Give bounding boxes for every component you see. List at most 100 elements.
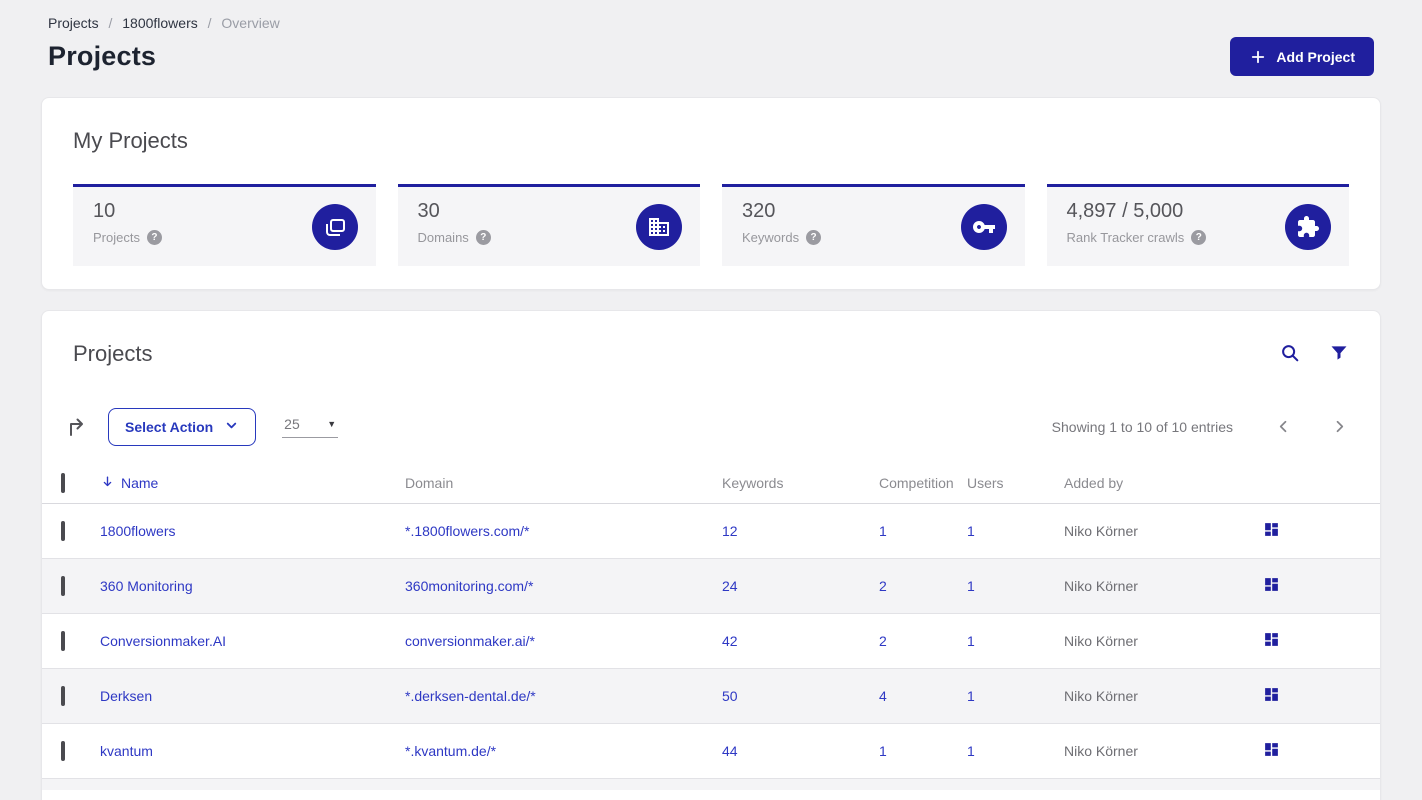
chevron-down-icon (224, 418, 239, 436)
table-header-row: Name Domain Keywords Competition Users A… (42, 463, 1380, 504)
users-count-link[interactable]: 1 (967, 743, 975, 759)
dashboard-grid-icon[interactable] (1263, 576, 1280, 594)
stats-row: 10 Projects ? 30 Domains ? 320 Keywords … (73, 184, 1349, 266)
select-action-label: Select Action (125, 419, 214, 435)
page: Projects / 1800flowers / Overview Projec… (0, 0, 1422, 800)
page-size-value: 25 (284, 416, 300, 432)
table-row: Derksen *.derksen-dental.de/* 50 4 1 Nik… (42, 669, 1380, 724)
competition-count-link[interactable]: 2 (879, 578, 887, 594)
dashboard-grid-icon[interactable] (1263, 741, 1280, 759)
table-row-partial (42, 779, 1380, 790)
row-checkbox[interactable] (61, 686, 65, 706)
projects-table-card: Projects Select Action 25 ▼ Showing 1 to… (41, 310, 1381, 800)
page-title: Projects (48, 41, 157, 71)
projects-table: Name Domain Keywords Competition Users A… (42, 463, 1380, 790)
building-icon (636, 203, 682, 250)
key-icon (960, 203, 1007, 250)
keywords-count-label: Keywords (742, 230, 800, 245)
added-by-name: Niko Körner (1064, 578, 1138, 594)
help-icon[interactable]: ? (1191, 230, 1207, 245)
breadcrumb-1800flowers[interactable]: 1800flowers (122, 15, 198, 31)
breadcrumb-separator: / (207, 15, 212, 31)
breadcrumb-projects[interactable]: Projects (48, 15, 99, 31)
project-name-link[interactable]: 1800flowers (100, 523, 176, 539)
row-checkbox[interactable] (61, 741, 65, 761)
help-icon[interactable]: ? (146, 230, 162, 245)
table-row: Conversionmaker.AI conversionmaker.ai/* … (42, 614, 1380, 669)
users-count-link[interactable]: 1 (967, 688, 975, 704)
row-checkbox[interactable] (61, 631, 65, 651)
column-header-users[interactable]: Users (967, 475, 1064, 491)
project-name-link[interactable]: Conversionmaker.AI (100, 633, 226, 649)
users-count-link[interactable]: 1 (967, 523, 975, 539)
add-project-label: Add Project (1276, 48, 1355, 65)
help-icon[interactable]: ? (475, 230, 491, 245)
project-domain-link[interactable]: 360monitoring.com/* (405, 578, 533, 594)
keywords-count-link[interactable]: 44 (722, 743, 738, 759)
table-row: 1800flowers *.1800flowers.com/* 12 1 1 N… (42, 504, 1380, 559)
pagination-prev-button[interactable] (1274, 417, 1293, 437)
sort-down-icon (100, 474, 115, 492)
stat-card-domains: 30 Domains ? (397, 184, 700, 266)
table-action-bar: Select Action 25 ▼ Showing 1 to 10 of 10… (42, 408, 1380, 446)
keywords-count-link[interactable]: 12 (722, 523, 738, 539)
added-by-name: Niko Körner (1064, 523, 1138, 539)
projects-count-label: Projects (93, 230, 140, 245)
project-name-link[interactable]: Derksen (100, 688, 152, 704)
showing-entries-text: Showing 1 to 10 of 10 entries (1051, 419, 1233, 435)
page-size-select[interactable]: 25 ▼ (282, 416, 339, 438)
breadcrumb-overview: Overview (221, 15, 280, 31)
my-projects-card: My Projects 10 Projects ? 30 Domains ? 3… (41, 97, 1381, 290)
puzzle-icon (1285, 203, 1331, 250)
select-all-checkbox[interactable] (61, 473, 65, 493)
dashboard-grid-icon[interactable] (1263, 521, 1280, 539)
column-header-name[interactable]: Name (100, 474, 405, 492)
my-projects-title: My Projects (73, 128, 188, 153)
stat-card-projects: 10 Projects ? (73, 184, 376, 266)
column-header-added-by[interactable]: Added by (1064, 475, 1263, 491)
filter-icon[interactable] (1329, 342, 1349, 366)
column-header-keywords[interactable]: Keywords (722, 475, 879, 491)
stat-card-keywords: 320 Keywords ? (722, 184, 1025, 266)
add-project-button[interactable]: Add Project (1230, 37, 1374, 76)
project-domain-link[interactable]: *.kvantum.de/* (405, 743, 496, 759)
row-checkbox[interactable] (61, 576, 65, 596)
project-domain-link[interactable]: *.1800flowers.com/* (405, 523, 530, 539)
competition-count-link[interactable]: 1 (879, 743, 887, 759)
dashboard-grid-icon[interactable] (1263, 686, 1280, 704)
help-icon[interactable]: ? (806, 230, 822, 245)
search-icon[interactable] (1279, 342, 1301, 366)
pagination-next-button[interactable] (1330, 417, 1349, 437)
users-count-link[interactable]: 1 (967, 633, 975, 649)
added-by-name: Niko Körner (1064, 633, 1138, 649)
keywords-count-link[interactable]: 24 (722, 578, 738, 594)
breadcrumb-separator: / (108, 15, 113, 31)
table-row: kvantum *.kvantum.de/* 44 1 1 Niko Körne… (42, 724, 1380, 779)
column-header-domain[interactable]: Domain (405, 475, 722, 491)
users-count-link[interactable]: 1 (967, 578, 975, 594)
rank-tracker-label: Rank Tracker crawls (1066, 230, 1185, 245)
table-row: 360 Monitoring 360monitoring.com/* 24 2 … (42, 559, 1380, 614)
dropdown-caret-icon: ▼ (327, 419, 337, 429)
competition-count-link[interactable]: 2 (879, 633, 887, 649)
domains-count-label: Domains (417, 230, 469, 245)
stacked-pages-icon (311, 203, 358, 250)
project-name-link[interactable]: kvantum (100, 743, 153, 759)
dashboard-grid-icon[interactable] (1263, 631, 1280, 649)
column-header-competition[interactable]: Competition (879, 475, 967, 491)
project-name-link[interactable]: 360 Monitoring (100, 578, 193, 594)
page-header: Projects Add Project (41, 31, 1381, 76)
keywords-count-link[interactable]: 42 (722, 633, 738, 649)
project-domain-link[interactable]: conversionmaker.ai/* (405, 633, 535, 649)
select-action-dropdown[interactable]: Select Action (108, 408, 257, 446)
keywords-count-link[interactable]: 50 (722, 688, 738, 704)
projects-table-title: Projects (73, 341, 153, 366)
row-checkbox[interactable] (61, 521, 65, 541)
competition-count-link[interactable]: 4 (879, 688, 887, 704)
plus-icon (1249, 48, 1267, 66)
breadcrumb: Projects / 1800flowers / Overview (41, 0, 1381, 31)
project-domain-link[interactable]: *.derksen-dental.de/* (405, 688, 536, 704)
competition-count-link[interactable]: 1 (879, 523, 887, 539)
export-arrow-icon[interactable] (64, 415, 88, 439)
added-by-name: Niko Körner (1064, 743, 1138, 759)
